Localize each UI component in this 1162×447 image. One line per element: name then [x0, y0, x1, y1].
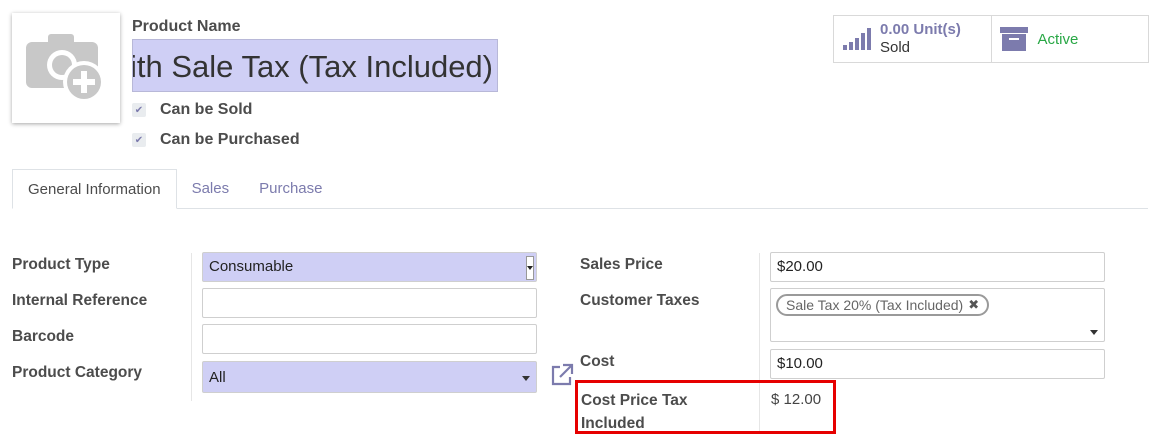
tab-sales[interactable]: Sales — [177, 169, 245, 208]
product-category-label: Product Category — [12, 364, 143, 381]
signal-bars-icon — [843, 28, 871, 50]
product-type-select[interactable]: Consumable — [202, 252, 537, 282]
external-link-icon[interactable] — [550, 363, 574, 387]
can-be-purchased-checkbox-row[interactable]: ✔ Can be Purchased — [132, 131, 300, 149]
product-category-value: All — [209, 369, 226, 386]
product-name-label: Product Name — [132, 18, 241, 35]
sales-price-label: Sales Price — [580, 256, 663, 273]
active-label: Active — [1037, 30, 1079, 48]
product-type-value: Consumable — [209, 258, 294, 275]
tab-purchase[interactable]: Purchase — [244, 169, 337, 208]
barcode-label: Barcode — [12, 328, 75, 345]
cost-label: Cost — [580, 353, 615, 370]
can-be-sold-label: Can be Sold — [160, 101, 253, 118]
customer-taxes-input[interactable]: Sale Tax 20% (Tax Included) ✖ — [770, 288, 1105, 342]
sold-label: Sold — [880, 39, 911, 56]
internal-reference-label: Internal Reference — [12, 292, 148, 309]
annotation-highlight-box — [575, 380, 836, 434]
cost-input[interactable]: $10.00 — [770, 349, 1105, 379]
sold-stat: 0.00 Unit(s) Sold — [880, 21, 961, 57]
sold-unit: Unit(s) — [913, 21, 961, 38]
sales-price-input[interactable]: $20.00 — [770, 252, 1105, 282]
caret-down-icon — [1090, 330, 1098, 335]
archive-box-icon — [999, 27, 1028, 51]
can-be-sold-checkbox-row[interactable]: ✔ Can be Sold — [132, 101, 252, 119]
sold-value: 0.00 — [880, 21, 910, 38]
internal-reference-input[interactable] — [202, 288, 537, 318]
tax-tag-label: Sale Tax 20% (Tax Included) — [786, 297, 964, 313]
tab-general-information[interactable]: General Information — [12, 169, 177, 209]
can-be-sold-checkbox[interactable]: ✔ — [132, 103, 146, 117]
notebook-tabs: General Information Sales Purchase — [12, 169, 1148, 209]
chevron-down-icon — [526, 256, 534, 280]
product-name-value: Product with Sale Tax (Tax Included) — [133, 49, 493, 84]
tax-tag: Sale Tax 20% (Tax Included) ✖ — [776, 294, 990, 316]
left-group-divider — [191, 253, 192, 401]
remove-tag-icon[interactable]: ✖ — [968, 296, 979, 314]
camera-add-icon — [26, 34, 105, 103]
smart-buttons: 0.00 Unit(s) Sold Active — [833, 15, 1149, 63]
product-category-select[interactable]: All — [202, 361, 537, 393]
active-smart-button[interactable]: Active — [990, 16, 1149, 62]
product-image[interactable] — [12, 13, 120, 123]
product-name-input[interactable]: Product with Sale Tax (Tax Included) — [132, 39, 498, 92]
sold-smart-button[interactable]: 0.00 Unit(s) Sold — [834, 16, 991, 62]
product-type-label: Product Type — [12, 256, 110, 273]
can-be-purchased-checkbox[interactable]: ✔ — [132, 133, 146, 147]
caret-down-icon — [522, 376, 530, 381]
barcode-input[interactable] — [202, 324, 537, 354]
can-be-purchased-label: Can be Purchased — [160, 131, 300, 148]
customer-taxes-label: Customer Taxes — [580, 292, 700, 309]
